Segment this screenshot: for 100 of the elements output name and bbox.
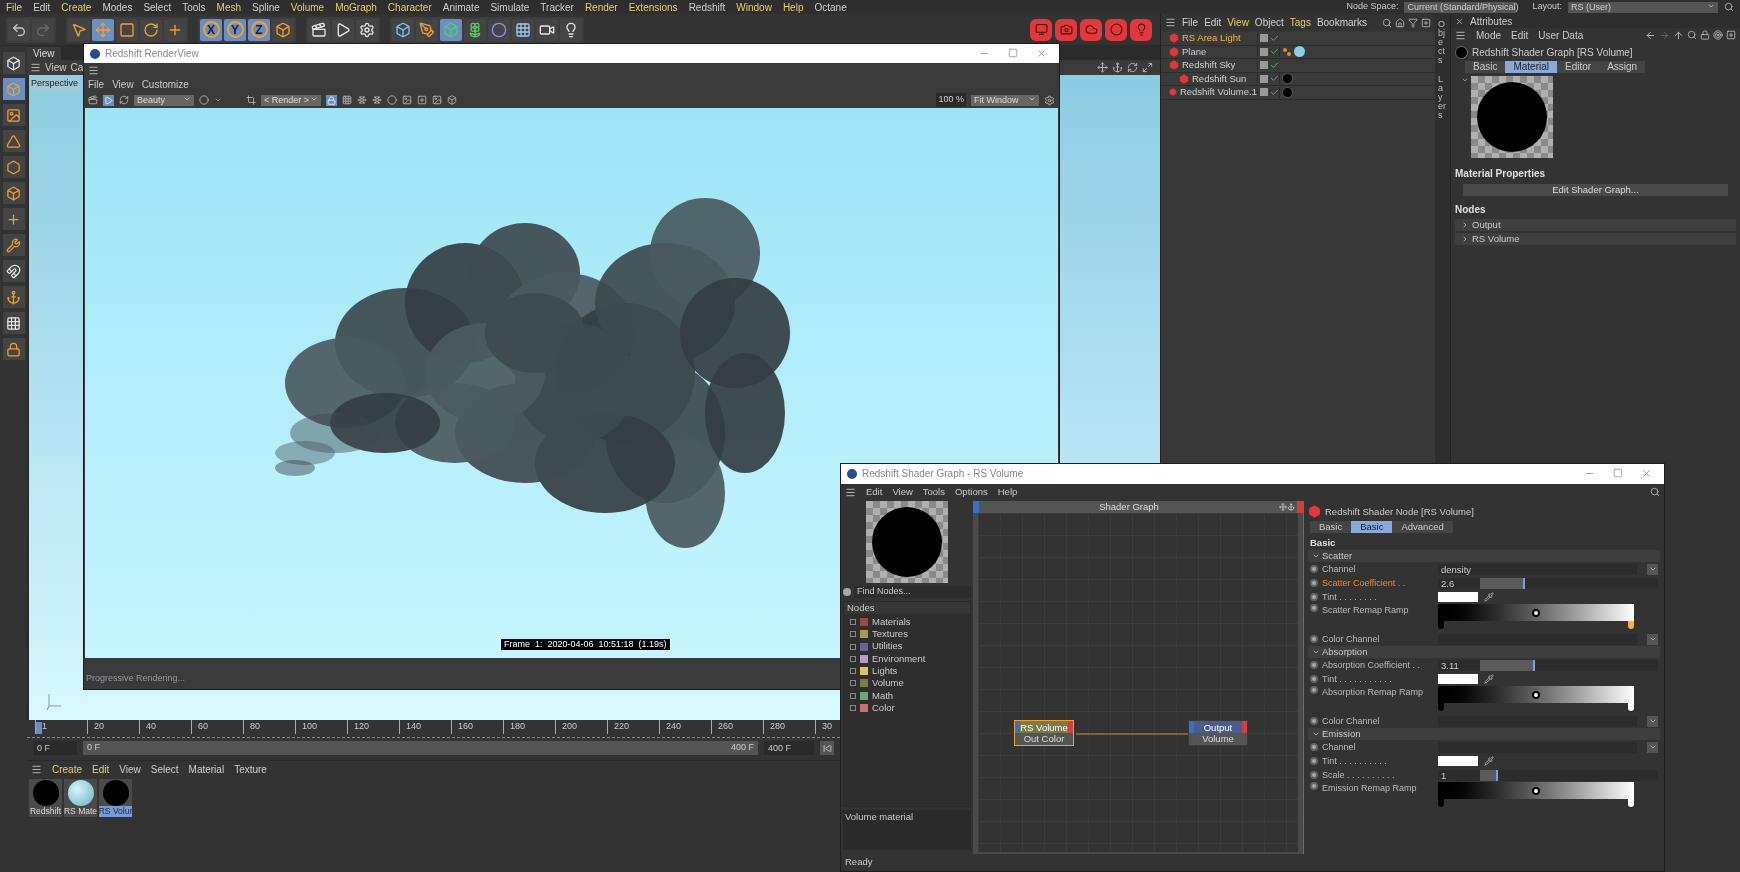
clapperboard-icon[interactable] [88, 95, 98, 105]
tool-button[interactable] [536, 18, 558, 41]
tool-button[interactable] [356, 18, 378, 41]
tool-button[interactable] [8, 18, 30, 41]
menu-item[interactable]: Octane [814, 0, 847, 15]
menu-item[interactable]: Extensions [628, 0, 678, 15]
menu-item[interactable]: Object [1254, 15, 1284, 30]
mode-button[interactable] [2, 234, 25, 256]
ramp-knot[interactable] [1628, 621, 1634, 630]
menu-item[interactable]: Tracker [540, 0, 574, 15]
menu-item[interactable]: Tools [922, 485, 945, 500]
home-icon[interactable] [1395, 17, 1405, 28]
redshift-tool-button[interactable] [1055, 18, 1077, 41]
ramp-gradient[interactable] [1438, 604, 1634, 622]
color-swatch[interactable] [1438, 756, 1478, 767]
mode-button[interactable] [2, 130, 25, 152]
target-icon[interactable] [1713, 30, 1723, 40]
tool-button[interactable] [116, 18, 138, 41]
shader-node[interactable]: Output Volume [1188, 719, 1248, 746]
menu-item[interactable]: Edit [1204, 15, 1222, 30]
number-field[interactable]: 1 [1438, 769, 1480, 781]
menu-item[interactable]: Tools [182, 0, 206, 15]
output-port-bar[interactable] [1242, 720, 1247, 733]
group-header[interactable]: Scatter [1308, 550, 1660, 563]
menu-item[interactable]: File [88, 77, 105, 92]
menu-item[interactable]: File [6, 0, 23, 15]
node-row[interactable]: RS Volume [1455, 233, 1736, 245]
lock-icon[interactable] [1700, 30, 1710, 40]
mode-button[interactable] [2, 182, 25, 204]
anchor-icon[interactable] [1112, 62, 1123, 73]
close-icon[interactable] [1036, 48, 1047, 59]
panel-tab[interactable]: View [27, 47, 61, 60]
color-swatch[interactable] [1438, 674, 1478, 685]
group-header[interactable]: Emission [1308, 728, 1660, 741]
shader-node[interactable]: RS Volume Out Color [1014, 719, 1074, 746]
menu-item[interactable]: View [112, 77, 134, 92]
menu-item[interactable]: Create [52, 761, 82, 777]
menu-item[interactable]: Tags [1289, 15, 1311, 30]
frame-range-bar[interactable]: 0 F 400 F [83, 741, 758, 755]
go-to-start-button[interactable] [820, 741, 834, 755]
menu-item[interactable]: Help [782, 0, 804, 15]
output-port-bar[interactable] [1297, 500, 1303, 513]
find-nodes-field[interactable]: Find Nodes... [854, 585, 971, 598]
material-swatch[interactable]: Redshift [29, 779, 62, 817]
back-icon[interactable] [1645, 30, 1656, 41]
image-icon[interactable] [432, 95, 442, 105]
ramp-handle[interactable] [1532, 786, 1540, 795]
group-header[interactable]: Absorption [1308, 646, 1660, 659]
redshift-tool-button[interactable] [1105, 18, 1127, 41]
tool-button[interactable] [68, 18, 90, 41]
menu-item[interactable]: Create [61, 0, 92, 15]
redshift-tool-button[interactable] [1030, 18, 1052, 41]
snowflake-icon[interactable] [357, 95, 367, 105]
dropdown-field[interactable]: density [1438, 563, 1637, 575]
node-category[interactable]: Volume [850, 677, 970, 690]
tool-button[interactable] [464, 18, 486, 41]
lock-icon[interactable] [327, 95, 336, 105]
ramp-knot[interactable] [1628, 799, 1634, 808]
refresh-icon[interactable] [119, 95, 129, 105]
node-category[interactable]: Environment [850, 652, 970, 665]
menu-item[interactable]: Help [997, 485, 1018, 500]
ramp-gradient[interactable] [1438, 686, 1634, 704]
dropdown-arrow-button[interactable] [1647, 715, 1658, 727]
grid-icon[interactable] [342, 95, 352, 105]
mode-button[interactable] [2, 260, 25, 282]
menu-item[interactable]: View [45, 60, 67, 75]
timeline-ruler[interactable]: 1 20 40 60 80 100 120 140 160 180 200 220 240 260 280 30 [27, 720, 840, 738]
tool-button[interactable] [392, 18, 414, 41]
side-tab[interactable]: Objects [1438, 20, 1447, 65]
menu-item[interactable]: Material [188, 761, 225, 777]
redshift-tool-button[interactable] [1080, 18, 1102, 41]
caret-icon[interactable] [214, 96, 222, 104]
material-swatch[interactable]: RS Volur [99, 779, 132, 817]
tab[interactable]: Basic [1465, 61, 1506, 73]
layer-checkbox-icon[interactable] [1260, 88, 1268, 97]
mode-button[interactable] [2, 78, 25, 100]
ramp-knot[interactable] [1628, 703, 1634, 712]
menu-item[interactable]: Select [143, 0, 172, 15]
move-icon[interactable] [1279, 502, 1287, 511]
node-category[interactable]: Utilities [850, 640, 970, 653]
rotate-icon[interactable] [1127, 62, 1138, 73]
ramp-handle[interactable] [1532, 690, 1540, 699]
menu-item[interactable]: Character [387, 0, 432, 15]
crop-icon[interactable] [246, 95, 256, 105]
menu-item[interactable]: Spline [252, 0, 280, 15]
maximize-icon[interactable] [1142, 62, 1153, 73]
snowflake-icon[interactable] [372, 95, 382, 105]
layer-checkbox-icon[interactable] [1260, 34, 1268, 43]
node-canvas[interactable]: RS Volume Out Color Output Volume [978, 512, 1298, 853]
node-category[interactable]: Math [850, 689, 970, 702]
menu-item[interactable]: Simulate [490, 0, 530, 15]
camera-label[interactable]: Perspective [30, 77, 80, 91]
tool-button[interactable] [92, 18, 114, 41]
layout-dropdown[interactable]: RS (User) [1568, 1, 1718, 13]
tool-button[interactable] [560, 18, 582, 41]
slider-fill[interactable] [1480, 659, 1536, 671]
menu-item[interactable]: File [1182, 15, 1199, 30]
menu-item[interactable]: View [892, 485, 913, 500]
menu-item[interactable]: Texture [234, 761, 267, 777]
menu-icon[interactable] [1455, 30, 1466, 41]
